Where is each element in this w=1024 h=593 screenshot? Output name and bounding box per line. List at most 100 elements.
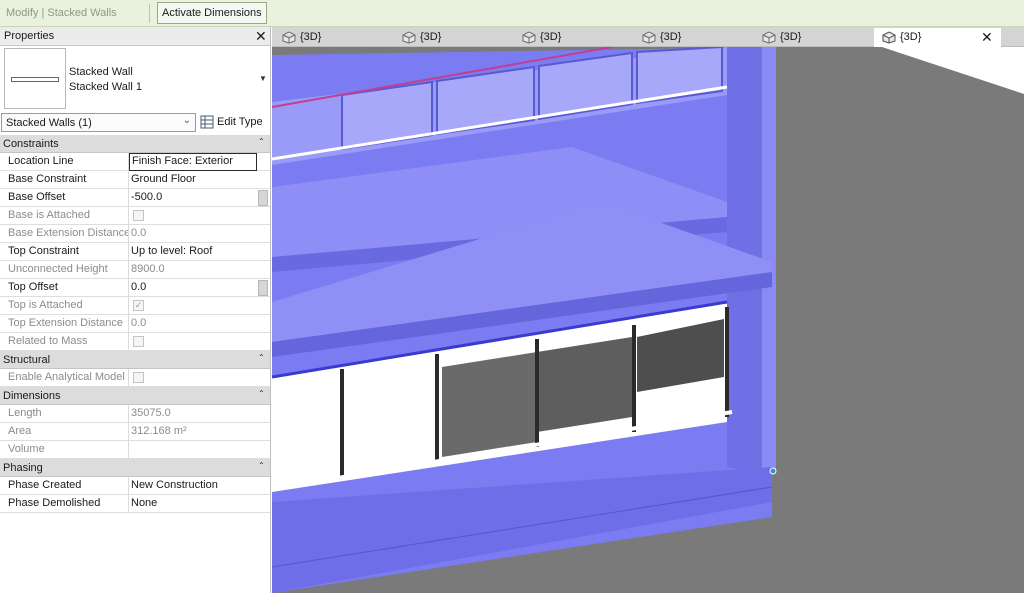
property-value-field[interactable]: Finish Face: Exterior xyxy=(129,153,257,171)
checkbox-checked-icon: ✓ xyxy=(133,300,144,311)
3d-view-icon xyxy=(762,31,776,44)
group-header-dimensions[interactable]: Dimensions ⌃ xyxy=(0,387,270,405)
property-value-field: 0.0 xyxy=(131,317,147,329)
property-label: Top Constraint xyxy=(0,243,129,261)
view-tab-3d[interactable]: {3D} xyxy=(274,28,392,47)
group-label: Dimensions xyxy=(3,390,61,402)
type-preview-image xyxy=(4,48,66,109)
property-value-field[interactable]: None xyxy=(131,495,257,513)
view-tab-3d[interactable]: {3D} xyxy=(514,28,632,47)
properties-grid: Constraints ⌃ Location Line Finish Face:… xyxy=(0,135,270,513)
collapse-icon[interactable]: ⌃ xyxy=(258,389,265,398)
property-value-field[interactable]: New Construction xyxy=(131,477,257,495)
type-selector-family[interactable]: Stacked Wall xyxy=(69,66,133,78)
tab-label: {3D} xyxy=(540,31,562,43)
3d-view-icon xyxy=(402,31,416,44)
tab-label: {3D} xyxy=(420,31,442,43)
checkbox xyxy=(133,372,144,383)
view-tab-3d[interactable]: {3D} xyxy=(754,28,872,47)
ribbon-separator xyxy=(149,4,150,23)
property-row-base-attached: Base is Attached xyxy=(0,207,270,225)
property-value-field[interactable]: Up to level: Roof xyxy=(131,243,257,261)
3d-viewport[interactable] xyxy=(272,47,1024,593)
property-label: Location Line xyxy=(0,153,129,171)
collapse-icon[interactable]: ⌃ xyxy=(258,137,265,146)
instance-filter-value: Stacked Walls (1) xyxy=(6,117,92,129)
property-value-field[interactable]: -500.0 xyxy=(131,189,257,207)
view-tab-bar: {3D} {3D} {3D} {3D} {3D} {3D} ✕ xyxy=(272,27,1024,47)
view-tab-3d[interactable]: {3D} xyxy=(634,28,752,47)
property-row-top-offset[interactable]: Top Offset 0.0 xyxy=(0,279,270,297)
instance-filter-dropdown[interactable]: Stacked Walls (1) ⌄ xyxy=(1,113,196,132)
property-row-length: Length 35075.0 xyxy=(0,405,270,423)
property-label: Unconnected Height xyxy=(0,261,129,279)
activate-dimensions-button[interactable]: Activate Dimensions xyxy=(157,2,267,24)
group-header-phasing[interactable]: Phasing ⌃ xyxy=(0,459,270,477)
property-label: Base Offset xyxy=(0,189,129,207)
3d-view-icon xyxy=(642,31,656,44)
type-selector-name[interactable]: Stacked Wall 1 xyxy=(69,81,142,93)
property-label: Length xyxy=(0,405,129,423)
chevron-down-icon: ⌄ xyxy=(182,115,191,126)
properties-palette: Properties ✕ Stacked Wall Stacked Wall 1… xyxy=(0,27,271,593)
3d-view-icon xyxy=(282,31,296,44)
property-row-location-line[interactable]: Location Line Finish Face: Exterior xyxy=(0,153,270,171)
view-tab-3d[interactable]: {3D} xyxy=(394,28,512,47)
scroll-thumb[interactable] xyxy=(258,280,268,296)
property-row-top-attached: Top is Attached ✓ xyxy=(0,297,270,315)
edit-type-icon xyxy=(200,115,214,129)
property-label: Volume xyxy=(0,441,129,459)
tab-label: {3D} xyxy=(780,31,802,43)
wall-preview-icon xyxy=(11,77,59,82)
checkbox xyxy=(133,210,144,221)
context-tab-label: Modify | Stacked Walls xyxy=(6,7,117,19)
property-value-field[interactable]: Ground Floor xyxy=(131,171,257,189)
close-tab-icon[interactable]: ✕ xyxy=(981,28,993,46)
3d-model-render[interactable] xyxy=(272,47,1024,593)
scroll-thumb[interactable] xyxy=(258,190,268,206)
drag-grip-icon[interactable] xyxy=(769,467,777,475)
property-row-analytical-model: Enable Analytical Model xyxy=(0,369,270,387)
property-row-area: Area 312.168 m² xyxy=(0,423,270,441)
property-value-field: 35075.0 xyxy=(131,407,171,419)
property-value-field: 0.0 xyxy=(131,227,147,239)
property-row-volume: Volume xyxy=(0,441,270,459)
property-value-field: 312.168 m² xyxy=(131,425,187,437)
3d-view-icon xyxy=(882,31,896,44)
properties-title: Properties xyxy=(4,30,55,42)
property-value-field: 8900.0 xyxy=(131,263,165,275)
property-row-base-offset[interactable]: Base Offset -500.0 xyxy=(0,189,270,207)
group-header-constraints[interactable]: Constraints ⌃ xyxy=(0,135,270,153)
property-row-phase-created[interactable]: Phase Created New Construction xyxy=(0,477,270,495)
property-row-base-constraint[interactable]: Base Constraint Ground Floor xyxy=(0,171,270,189)
property-label: Base Extension Distance xyxy=(0,225,129,243)
property-label: Top Extension Distance xyxy=(0,315,129,333)
view-tab-3d-active[interactable]: {3D} ✕ xyxy=(874,28,1001,47)
tab-label: {3D} xyxy=(900,31,922,43)
window-shadow xyxy=(442,352,537,457)
group-label: Constraints xyxy=(3,138,59,150)
property-row-phase-demolished[interactable]: Phase Demolished None xyxy=(0,495,270,513)
type-selector-dropdown-icon[interactable]: ▼ xyxy=(259,74,267,83)
group-header-structural[interactable]: Structural ⌃ xyxy=(0,351,270,369)
collapse-icon[interactable]: ⌃ xyxy=(258,461,265,470)
collapse-icon[interactable]: ⌃ xyxy=(258,353,265,362)
property-label: Phase Demolished xyxy=(0,495,129,513)
property-row-top-constraint[interactable]: Top Constraint Up to level: Roof xyxy=(0,243,270,261)
property-label: Base Constraint xyxy=(0,171,129,189)
property-row-base-extension: Base Extension Distance 0.0 xyxy=(0,225,270,243)
edit-type-label: Edit Type xyxy=(217,116,263,128)
property-value-field[interactable]: 0.0 xyxy=(131,279,257,297)
tab-label: {3D} xyxy=(300,31,322,43)
group-label: Phasing xyxy=(3,462,43,474)
close-icon[interactable]: ✕ xyxy=(255,27,267,45)
property-row-unconnected-height: Unconnected Height 8900.0 xyxy=(0,261,270,279)
3d-view-icon xyxy=(522,31,536,44)
property-label: Related to Mass xyxy=(0,333,129,351)
properties-header: Properties ✕ xyxy=(0,27,270,46)
property-value-field xyxy=(131,441,257,459)
ribbon-context-bar: Modify | Stacked Walls Activate Dimensio… xyxy=(0,0,1024,27)
property-label: Top Offset xyxy=(0,279,129,297)
window-shadow xyxy=(537,337,632,432)
property-label: Top is Attached xyxy=(0,297,129,315)
